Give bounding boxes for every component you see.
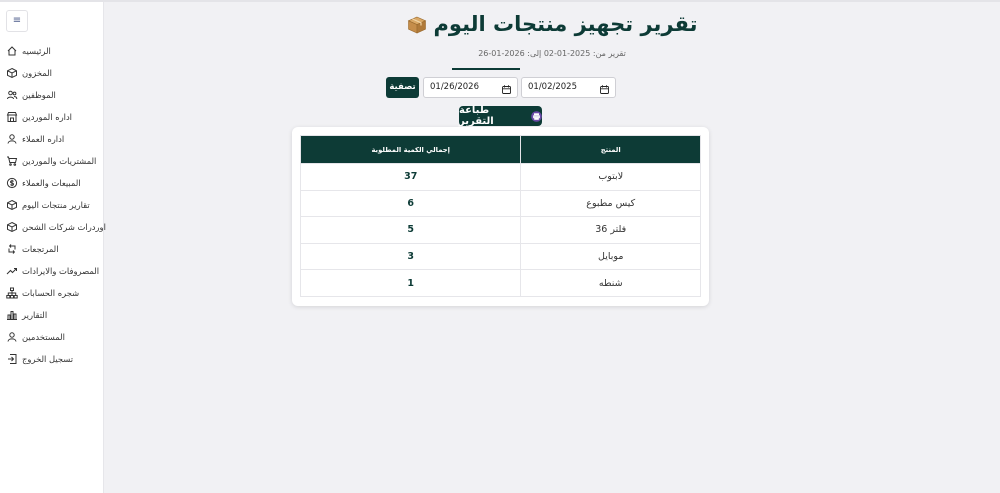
sidebar-item-sales[interactable]: المبيعات والعملاء [6, 172, 100, 194]
sidebar-nav: الرئيسيه المخزون الموظفين اداره الموردين… [6, 40, 106, 370]
report-table-card: إجمالي الكمية المطلوبة المنتج 37 لابتوب … [292, 127, 709, 306]
store-icon [6, 111, 18, 123]
calendar-icon[interactable] [502, 83, 511, 94]
table-header-row: إجمالي الكمية المطلوبة المنتج [299, 135, 701, 164]
sidebar-item-expenses-revenues[interactable]: المصروفات والايرادات [6, 260, 100, 282]
product-cell: فلتر 36 [520, 216, 701, 244]
trend-icon [6, 265, 18, 277]
sidebar-item-label: التقارير [22, 310, 48, 320]
sidebar-item-label: المشتريات والموردين [22, 156, 97, 166]
users-icon [6, 89, 18, 101]
sidebar-item-customers-admin[interactable]: اداره العملاء [6, 128, 100, 150]
sidebar-item-label: اداره الموردين [22, 112, 73, 122]
date-to-input[interactable]: 01/26/2026 [423, 77, 518, 98]
package-icon [407, 15, 427, 34]
sidebar: ≡ الرئيسيه المخزون الموظفين اداره المورد… [0, 2, 106, 493]
sidebar-item-label: اوردرات شركات الشحن [22, 222, 106, 232]
product-cell: لابتوب [520, 163, 701, 191]
printer-icon [531, 110, 542, 122]
sidebar-item-suppliers-admin[interactable]: اداره الموردين [6, 106, 100, 128]
qty-cell: 1 [299, 269, 522, 297]
sidebar-item-label: الموظفين [22, 90, 56, 100]
chart-icon [6, 309, 18, 321]
products-table: إجمالي الكمية المطلوبة المنتج 37 لابتوب … [299, 135, 701, 297]
sidebar-item-label: شجره الحسابات [22, 288, 80, 298]
sidebar-item-label: اداره العملاء [22, 134, 65, 144]
sidebar-item-label: المصروفات والايرادات [22, 266, 100, 276]
sidebar-item-purchases[interactable]: المشتريات والموردين [6, 150, 100, 172]
qty-cell: 5 [299, 216, 522, 244]
sidebar-item-users[interactable]: المستخدمين [6, 326, 100, 348]
sidebar-item-home[interactable]: الرئيسيه [6, 40, 100, 62]
sidebar-item-label: الرئيسيه [22, 46, 51, 56]
product-cell: موبايل [520, 242, 701, 271]
table-row: 6 كيس مطبوع [299, 189, 701, 218]
qty-cell: 37 [299, 163, 522, 191]
logout-icon [6, 353, 18, 365]
print-report-label: طباعة التقرير [459, 105, 494, 127]
dollar-icon [6, 177, 18, 189]
sidebar-item-inventory[interactable]: المخزون [6, 62, 100, 84]
sidebar-item-label: المستخدمين [22, 332, 65, 342]
home-icon [6, 45, 18, 57]
sidebar-item-daily-products-report[interactable]: تقارير منتجات اليوم [6, 194, 100, 216]
page-header: تقرير تجهيز منتجات اليوم [104, 12, 1000, 36]
column-header-product: المنتج [520, 135, 701, 164]
date-to-value: 01/26/2026 [430, 82, 479, 92]
calendar-icon[interactable] [600, 83, 609, 94]
table-row: 3 موبايل [299, 242, 701, 271]
sidebar-item-employees[interactable]: الموظفين [6, 84, 100, 106]
print-report-button[interactable]: طباعة التقرير [459, 105, 542, 127]
sidebar-item-label: المخزون [22, 68, 52, 78]
sidebar-item-label: تقارير منتجات اليوم [22, 200, 90, 210]
filter-button[interactable]: تصفية [386, 77, 419, 98]
report-date-range: تقرير من: 2025-01-02 إلى: 2026-01-26 [478, 49, 626, 58]
menu-icon: ≡ [12, 15, 22, 26]
page-title: تقرير تجهيز منتجات اليوم [433, 12, 698, 36]
table-row: 1 شنطه [299, 269, 701, 297]
menu-toggle-button[interactable]: ≡ [6, 10, 28, 32]
table-row: 37 لابتوب [299, 163, 701, 191]
sidebar-item-returns[interactable]: المرتجعات [6, 238, 100, 260]
sidebar-item-label: المرتجعات [22, 244, 59, 254]
sidebar-item-logout[interactable]: تسجيل الخروج [6, 348, 100, 370]
product-cell: كيس مطبوع [520, 189, 701, 218]
title-divider [452, 68, 520, 70]
qty-cell: 6 [299, 189, 522, 218]
package-icon [6, 199, 18, 211]
sidebar-item-label: المبيعات والعملاء [22, 178, 81, 188]
sidebar-item-shipping-orders[interactable]: اوردرات شركات الشحن [6, 216, 106, 238]
sidebar-item-reports[interactable]: التقارير [6, 304, 100, 326]
sidebar-item-label: تسجيل الخروج [22, 354, 74, 364]
sitemap-icon [6, 287, 18, 299]
sidebar-item-chart-of-accounts[interactable]: شجره الحسابات [6, 282, 100, 304]
user-icon [6, 133, 18, 145]
box-icon [6, 67, 18, 79]
main-content: تقرير تجهيز منتجات اليوم تقرير من: 2025-… [104, 2, 1000, 493]
table-row: 5 فلتر 36 [299, 216, 701, 244]
page-title-wrap: تقرير تجهيز منتجات اليوم [407, 12, 698, 36]
box-icon [6, 221, 18, 233]
qty-cell: 3 [299, 242, 522, 271]
date-from-value: 01/02/2025 [528, 82, 577, 92]
date-from-input[interactable]: 01/02/2025 [521, 77, 616, 98]
product-cell: شنطه [520, 269, 701, 297]
cart-icon [6, 155, 18, 167]
return-icon [6, 243, 18, 255]
column-header-total-qty: إجمالي الكمية المطلوبة [299, 135, 522, 164]
user-icon [6, 331, 18, 343]
